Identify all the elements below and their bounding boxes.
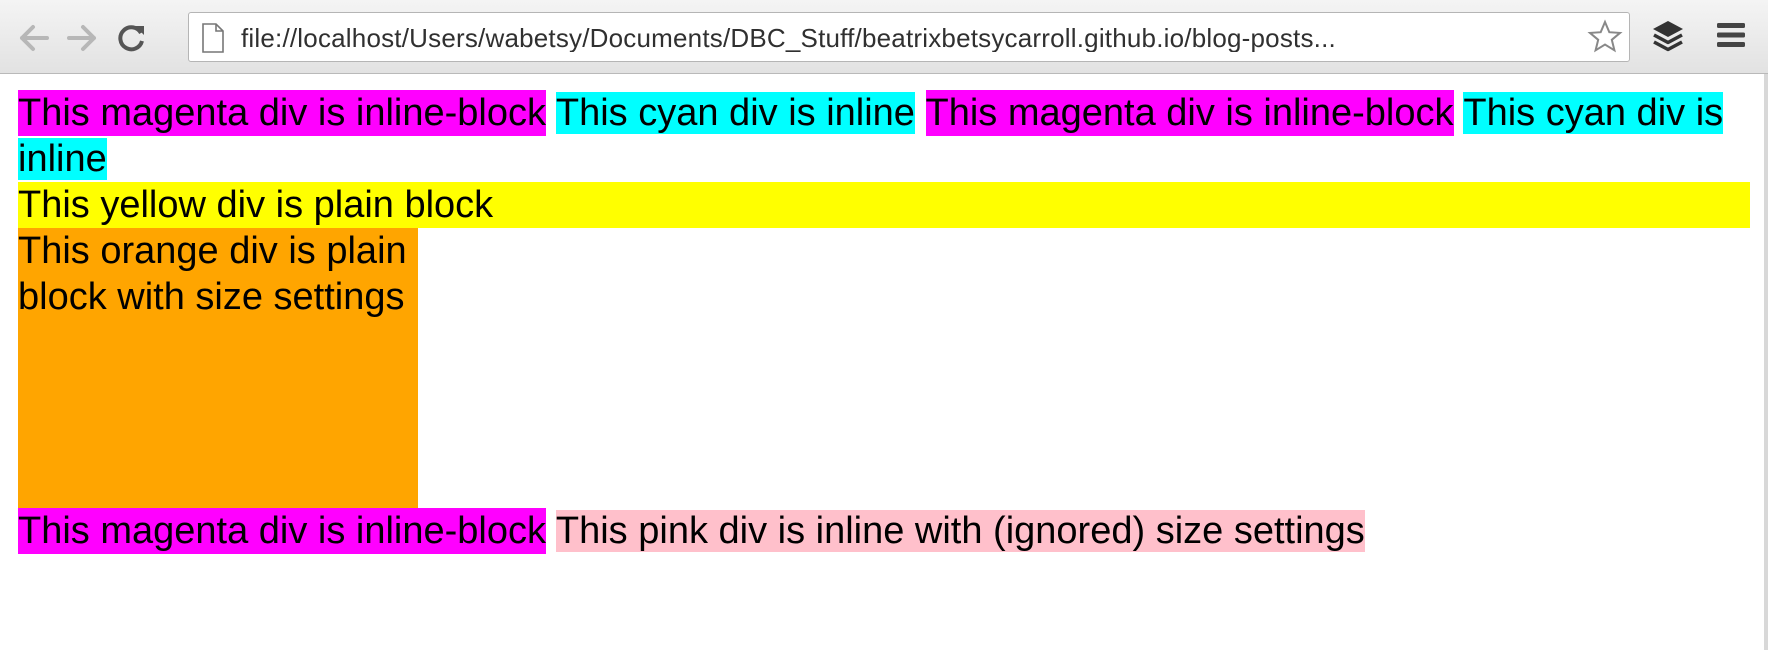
star-icon[interactable] [1587,19,1623,55]
url-text: file://localhost/Users/wabetsy/Documents… [241,24,1336,52]
pink-inline-div: This pink div is inline with (ignored) s… [555,510,1365,552]
magenta-inline-block-div: This magenta div is inline-block [925,90,1454,136]
browser-toolbar: file://localhost/Users/wabetsy/Documents… [0,0,1768,74]
back-arrow-icon [20,25,49,51]
page-icon [202,23,224,53]
address-bar[interactable]: file://localhost/Users/wabetsy/Documents… [188,12,1630,62]
forward-arrow-icon [67,25,96,51]
back-button[interactable] [14,18,54,58]
inline-line-bottom: This magenta div is inline-block This pi… [18,508,1750,554]
magenta-inline-block-div: This magenta div is inline-block [18,508,547,554]
orange-sized-block-div: This orange div is plain block with size… [18,228,418,508]
menu-button[interactable] [1714,18,1748,57]
hamburger-menu-icon [1717,23,1745,47]
inline-line: This magenta div is inline-block This cy… [18,90,1750,182]
scrollbar-edge [1764,74,1768,650]
layers-extension-icon [1653,21,1683,52]
cyan-inline-div: This cyan div is inline [555,92,915,134]
yellow-block-div: This yellow div is plain block [18,182,1750,228]
reload-icon [118,25,144,52]
forward-button[interactable] [62,18,102,58]
page-content: This magenta div is inline-block This cy… [18,90,1750,554]
magenta-inline-block-div: This magenta div is inline-block [18,90,547,136]
reload-button[interactable] [112,18,152,58]
extension-button[interactable] [1648,16,1688,61]
